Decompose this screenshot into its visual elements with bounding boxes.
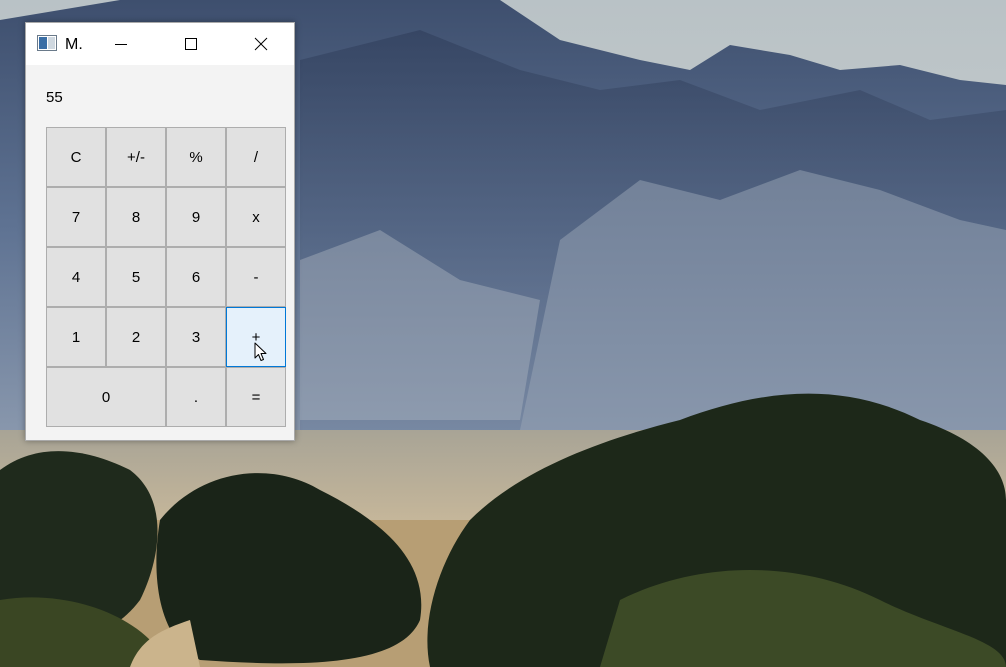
digit-5-button[interactable]: 5 — [106, 247, 166, 307]
key-label: C — [70, 148, 82, 166]
negate-button[interactable]: +/- — [106, 127, 166, 187]
key-label: % — [189, 148, 203, 166]
multiply-button[interactable]: x — [226, 187, 286, 247]
decimal-button[interactable]: . — [166, 367, 226, 427]
key-label: / — [253, 148, 259, 166]
minimize-icon — [115, 44, 127, 45]
percent-button[interactable]: % — [166, 127, 226, 187]
key-label: 6 — [191, 268, 201, 286]
key-label: = — [251, 388, 261, 406]
key-label: - — [253, 268, 259, 286]
digit-0-button[interactable]: 0 — [46, 367, 166, 427]
key-label: 9 — [191, 208, 201, 226]
key-label: . — [193, 388, 199, 406]
desktop: M. 55 C +/-%/7 8 9 x 4 5 6-1 2 3 +0. = — [0, 0, 1006, 667]
key-label: 5 — [131, 268, 141, 286]
calculator-window: M. 55 C +/-%/7 8 9 x 4 5 6-1 2 3 +0. = — [25, 22, 295, 441]
maximize-icon — [185, 38, 197, 50]
key-label: +/- — [127, 148, 145, 166]
digit-3-button[interactable]: 3 — [166, 307, 226, 367]
equals-button[interactable]: = — [226, 367, 286, 427]
digit-4-button[interactable]: 4 — [46, 247, 106, 307]
key-label: 1 — [71, 328, 81, 346]
title-bar[interactable]: M. — [26, 23, 294, 65]
keypad: C +/-%/7 8 9 x 4 5 6-1 2 3 +0. = — [46, 127, 286, 427]
minimize-button[interactable] — [98, 23, 144, 65]
key-label: 2 — [131, 328, 141, 346]
digit-1-button[interactable]: 1 — [46, 307, 106, 367]
app-icon — [37, 35, 57, 51]
clear-button[interactable]: C — [46, 127, 106, 187]
digit-2-button[interactable]: 2 — [106, 307, 166, 367]
mouse-cursor-icon — [254, 342, 267, 361]
key-label: x — [252, 208, 260, 226]
key-label: 3 — [191, 328, 201, 346]
maximize-button[interactable] — [168, 23, 214, 65]
window-title: M. — [65, 36, 83, 53]
digit-9-button[interactable]: 9 — [166, 187, 226, 247]
close-button[interactable] — [238, 23, 284, 65]
divide-button[interactable]: / — [226, 127, 286, 187]
digit-8-button[interactable]: 8 — [106, 187, 166, 247]
calculator-display: 55 — [46, 89, 63, 106]
digit-6-button[interactable]: 6 — [166, 247, 226, 307]
digit-7-button[interactable]: 7 — [46, 187, 106, 247]
key-label: 7 — [71, 208, 81, 226]
key-label: 4 — [71, 268, 81, 286]
subtract-button[interactable]: - — [226, 247, 286, 307]
key-label: 8 — [131, 208, 141, 226]
close-icon — [254, 37, 268, 51]
key-label: 0 — [101, 388, 111, 406]
